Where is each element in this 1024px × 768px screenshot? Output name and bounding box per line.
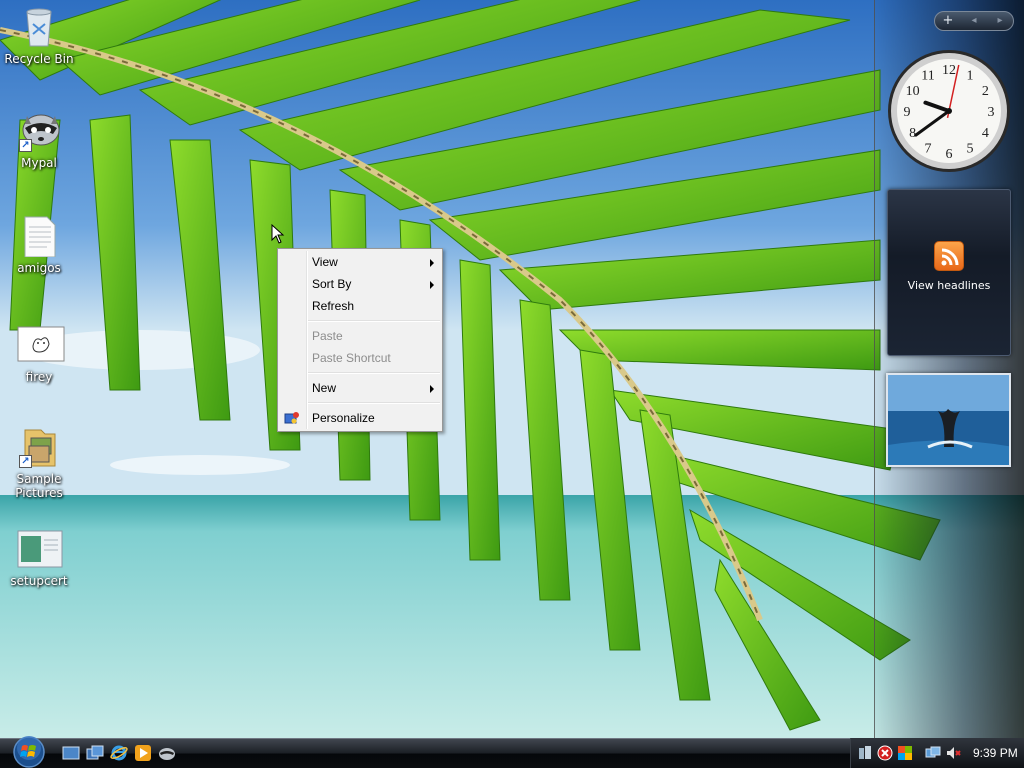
view-headlines-label[interactable]: View headlines [888,279,1010,292]
switch-windows-icon[interactable] [86,744,104,762]
desktop-icon-firey[interactable]: firey [0,322,78,384]
menu-item-paste-shortcut[interactable]: Paste Shortcut [278,347,442,369]
sidebar-controls: + ◂ ▸ [934,11,1014,31]
menu-item-label: View [312,255,338,269]
network-icon[interactable] [857,745,873,761]
clock-numeral: 1 [967,69,974,84]
menu-separator [308,399,442,407]
taskbar-clock[interactable]: 9:39 PM [973,746,1018,760]
clock-numeral: 6 [946,147,953,162]
slideshow-gadget[interactable] [886,373,1011,467]
mypal-icon[interactable] [158,744,176,762]
raccoon-icon: ↗ [17,108,61,152]
clock-numeral: 9 [904,105,911,120]
desktop-icon-amigos[interactable]: amigos [0,213,78,275]
clock-numeral: 12 [942,63,956,78]
personalize-icon [284,410,300,426]
start-button[interactable] [8,734,50,768]
image-file-icon [17,326,65,366]
submenu-arrow-icon [430,259,434,267]
volume-muted-icon[interactable] [945,745,961,761]
internet-explorer-icon[interactable] [110,744,128,762]
whale-tail-photo [888,375,1009,465]
menu-item-label: Paste [312,329,343,343]
folder-icon: ↗ [17,424,61,468]
desktop-icon-recycle-bin[interactable]: Recycle Bin [0,4,78,66]
rss-feed-icon [934,241,964,271]
desktop-icon-sample-pictures[interactable]: ↗ Sample Pictures [0,424,78,500]
clock-numeral: 3 [988,105,995,120]
show-desktop-icon[interactable] [62,744,80,762]
submenu-arrow-icon [430,385,434,393]
desktop-icon-setupcert[interactable]: setupcert [0,530,78,588]
next-page-button[interactable]: ▸ [987,12,1013,30]
previous-page-button[interactable]: ◂ [961,12,987,30]
connection-icon[interactable] [925,745,941,761]
desktop-icon-mypal[interactable]: ↗ Mypal [0,108,78,170]
desktop-wallpaper[interactable] [0,0,1024,738]
desktop-icon-label: Sample Pictures [15,472,63,500]
clock-numeral: 10 [906,84,920,99]
menu-item-label: Sort By [312,277,352,291]
menu-separator [308,317,442,325]
submenu-arrow-icon [430,281,434,289]
setup-file-icon [17,530,63,570]
clock-numeral: 2 [982,84,989,99]
shortcut-arrow-icon: ↗ [19,455,32,468]
security-alert-icon[interactable] [877,745,893,761]
notification-area: 9:39 PM [850,738,1024,768]
clock-numeral: 8 [909,126,916,141]
quick-launch-bar [62,744,176,762]
menu-item-label: Paste Shortcut [312,351,391,365]
media-player-icon[interactable] [134,744,152,762]
menu-item-label: New [312,381,337,395]
menu-item-view[interactable]: View [278,251,442,273]
clock-numeral: 7 [925,141,932,156]
recycle-bin-icon [17,4,61,48]
desktop-icon-label: setupcert [10,574,68,588]
desktop-icon-label: Mypal [21,156,57,170]
menu-item-new[interactable]: New [278,377,442,399]
mouse-pointer-icon [271,223,285,244]
text-document-icon [17,213,61,258]
feed-headlines-gadget[interactable]: View headlines [887,189,1011,356]
clock-gadget[interactable]: 12 1 2 3 4 5 6 7 8 9 10 11 [886,48,1012,174]
menu-item-label: Refresh [312,299,355,313]
menu-item-refresh[interactable]: Refresh [278,295,442,317]
menu-item-personalize[interactable]: Personalize [278,407,442,429]
shortcut-arrow-icon: ↗ [19,139,32,152]
menu-separator [308,369,442,377]
add-gadget-button[interactable]: + [935,12,961,30]
windows-update-icon[interactable] [897,745,913,761]
menu-item-paste[interactable]: Paste [278,325,442,347]
menu-item-sort-by[interactable]: Sort By [278,273,442,295]
desktop-icon-label: firey [25,370,53,384]
clock-numeral: 5 [967,141,974,156]
desktop-icon-label: amigos [17,261,61,275]
windows-logo-icon [13,736,45,768]
clock-numeral: 11 [921,69,934,84]
desktop-context-menu: View Sort By Refresh Paste Paste Shortcu… [277,248,443,432]
clock-numeral: 4 [982,126,989,141]
desktop-icon-label: Recycle Bin [4,52,74,66]
menu-item-label: Personalize [312,411,375,425]
